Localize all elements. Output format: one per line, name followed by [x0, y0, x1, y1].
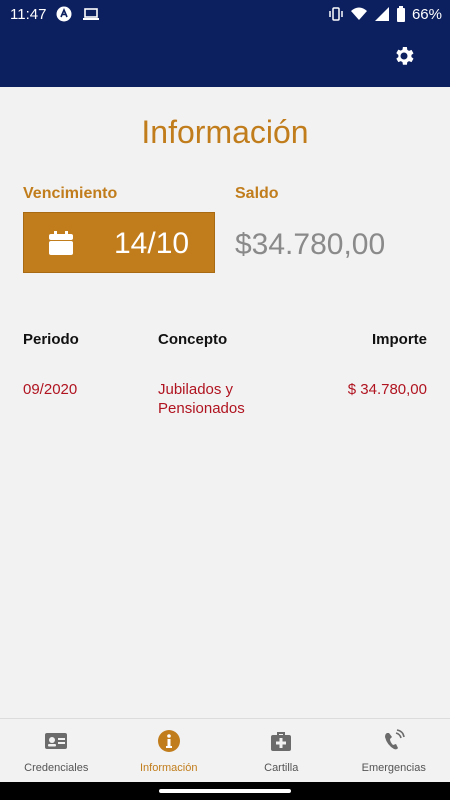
nav-label-emergencias: Emergencias — [361, 762, 426, 774]
vencimiento-label: Vencimiento — [23, 185, 118, 202]
battery-icon — [396, 6, 405, 22]
wifi-icon — [350, 7, 367, 20]
bottom-nav: Credenciales Información Cartilla Emerge… — [0, 718, 450, 782]
header-concepto: Concepto — [158, 331, 228, 348]
vencimiento-date-box[interactable]: 14/10 — [23, 212, 215, 273]
header-importe: Importe — [371, 331, 427, 348]
status-right: 66% — [328, 6, 442, 23]
page-title: Información — [141, 114, 309, 150]
nav-label-informacion: Información — [140, 762, 198, 774]
signal-icon — [374, 7, 389, 21]
settings-button[interactable] — [392, 44, 416, 68]
id-card-icon — [45, 733, 68, 749]
saldo-value: $34.780,00 — [235, 228, 386, 261]
nav-item-emergencias[interactable]: Emergencias — [338, 719, 450, 782]
nav-label-credenciales: Credenciales — [24, 762, 89, 774]
app-notification-icon — [56, 6, 72, 22]
nav-label-cartilla: Cartilla — [264, 762, 299, 774]
vibrate-icon — [329, 7, 343, 21]
app-bar — [0, 28, 450, 87]
phone-ring-icon — [384, 729, 405, 750]
status-left: 11:47 — [10, 6, 100, 23]
saldo-label: Saldo — [235, 185, 279, 202]
cell-periodo: 09/2020 — [23, 381, 78, 398]
nav-item-credenciales[interactable]: Credenciales — [0, 719, 113, 782]
info-icon — [157, 730, 180, 752]
home-gesture-pill[interactable] — [159, 789, 291, 793]
header-periodo: Periodo — [23, 331, 79, 348]
status-time: 11:47 — [10, 5, 47, 23]
table-row: 09/2020 Jubilados y Pensionados $ 34.780… — [0, 380, 450, 420]
cell-importe: $ 34.780,00 — [347, 381, 427, 398]
calendar-icon — [49, 231, 73, 255]
nav-item-cartilla[interactable]: Cartilla — [225, 719, 338, 782]
vencimiento-date: 14/10 — [114, 227, 190, 260]
status-bar: 11:47 66% — [0, 0, 450, 28]
medical-kit-icon — [271, 732, 292, 751]
gear-icon — [396, 47, 414, 65]
battery-percent: 66% — [411, 5, 442, 23]
nav-item-informacion[interactable]: Información — [113, 719, 226, 782]
laptop-icon — [83, 8, 100, 20]
system-gesture-bar — [0, 782, 450, 800]
cell-concepto: Jubilados y Pensionados — [158, 381, 245, 417]
